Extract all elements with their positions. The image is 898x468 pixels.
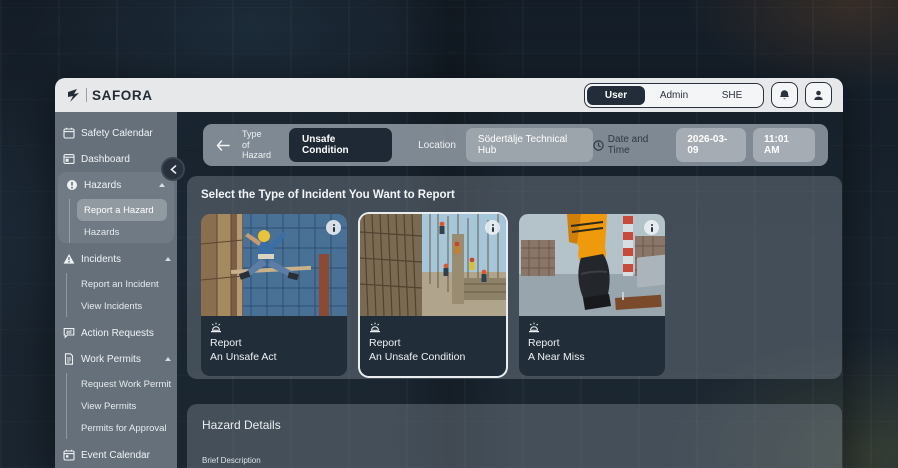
card-report-unsafe-condition[interactable]: Report An Unsafe Condition	[360, 214, 506, 376]
calendar-icon	[63, 449, 75, 461]
card-label-line1: Report	[210, 336, 338, 350]
card-report-near-miss[interactable]: Report A Near Miss	[519, 214, 665, 376]
sidebar-subitem-view-permits[interactable]: View Permits	[74, 395, 173, 417]
document-icon	[63, 353, 75, 365]
info-icon[interactable]	[326, 220, 341, 235]
info-icon[interactable]	[644, 220, 659, 235]
calendar-icon	[63, 127, 75, 139]
app-header: SAFORA User Admin SHE	[55, 78, 843, 112]
report-context-bar: Type of Hazard Unsafe Condition Location…	[203, 124, 828, 166]
sidebar-item-hazards[interactable]: Hazards	[61, 172, 171, 198]
near-miss-photo	[519, 214, 665, 316]
card-label-line1: Report	[369, 336, 497, 350]
sidebar-subitem-report-an-incident[interactable]: Report an Incident	[74, 273, 173, 295]
card-label-line2: A Near Miss	[528, 350, 656, 364]
role-switcher: User Admin SHE	[584, 83, 764, 108]
card-label-line2: An Unsafe Act	[210, 350, 338, 364]
brief-description-label: Brief Description	[202, 456, 827, 465]
sidebar-subitem-hazards[interactable]: Hazards	[77, 221, 167, 243]
sidebar-item-work-permits[interactable]: Work Permits	[55, 346, 177, 372]
sidebar-subitem-report-a-hazard[interactable]: Report a Hazard	[77, 199, 167, 221]
hazards-sublist: Report a Hazard Hazards	[69, 199, 171, 243]
incident-type-title: Select the Type of Incident You Want to …	[201, 189, 828, 201]
sidebar-item-action-requests[interactable]: Action Requests	[55, 320, 177, 346]
date-time-label: Date and Time	[593, 134, 668, 156]
role-tab-she[interactable]: SHE	[703, 86, 761, 105]
hazard-details-section: Hazard Details Brief Description	[187, 404, 842, 468]
sidebar-collapse-button[interactable]	[161, 157, 185, 181]
chevron-left-icon	[170, 165, 177, 174]
hazard-details-title: Hazard Details	[202, 418, 827, 432]
sidebar-subitem-permits-for-approval[interactable]: Permits for Approval	[74, 417, 173, 439]
type-of-hazard-label: Type of Hazard	[242, 129, 271, 160]
safora-logo-icon	[66, 88, 81, 103]
unsafe-act-photo	[201, 214, 347, 316]
brand-logo: SAFORA	[66, 88, 153, 103]
profile-button[interactable]	[805, 82, 832, 108]
hazard-type-chip[interactable]: Unsafe Condition	[289, 128, 392, 162]
sidebar-group-work-permits: Work Permits Request Work Permit View Pe…	[55, 346, 177, 439]
location-chip[interactable]: Södertälje Technical Hub	[466, 128, 593, 162]
card-label-line1: Report	[528, 336, 656, 350]
role-tab-user[interactable]: User	[587, 86, 645, 105]
sidebar: Safety Calendar Dashboard Hazards Report	[55, 112, 177, 468]
chevron-up-icon	[165, 357, 171, 361]
action-request-icon	[63, 327, 75, 339]
sidebar-item-dashboard[interactable]: Dashboard	[55, 146, 177, 172]
chevron-up-icon	[159, 183, 165, 187]
app-window: SAFORA User Admin SHE	[55, 78, 843, 468]
bell-icon	[778, 89, 791, 102]
dashboard-icon	[63, 153, 75, 165]
date-chip[interactable]: 2026-03-09	[676, 128, 746, 162]
sidebar-item-event-calendar[interactable]: Event Calendar	[55, 442, 177, 468]
brand-name: SAFORA	[92, 88, 153, 103]
siren-icon	[528, 322, 656, 333]
chevron-up-icon	[165, 257, 171, 261]
info-icon[interactable]	[485, 220, 500, 235]
siren-icon	[369, 322, 497, 333]
siren-icon	[210, 322, 338, 333]
user-icon	[812, 89, 825, 102]
card-report-unsafe-act[interactable]: Report An Unsafe Act	[201, 214, 347, 376]
role-tab-admin[interactable]: Admin	[645, 86, 703, 105]
time-chip[interactable]: 11:01 AM	[753, 128, 815, 162]
warning-triangle-icon	[63, 253, 75, 265]
card-label-line2: An Unsafe Condition	[369, 350, 497, 364]
hazard-icon	[66, 179, 78, 191]
incident-type-section: Select the Type of Incident You Want to …	[187, 176, 842, 379]
sidebar-subitem-request-work-permit[interactable]: Request Work Permit	[74, 373, 173, 395]
clock-icon	[593, 140, 604, 151]
incidents-sublist: Report an Incident View Incidents	[66, 273, 177, 317]
work-permits-sublist: Request Work Permit View Permits Permits…	[66, 373, 177, 439]
location-label: Location	[418, 140, 456, 151]
main-content: Type of Hazard Unsafe Condition Location…	[177, 112, 843, 468]
sidebar-subitem-view-incidents[interactable]: View Incidents	[74, 295, 173, 317]
sidebar-group-hazards: Hazards Report a Hazard Hazards	[58, 172, 174, 243]
back-button[interactable]	[216, 140, 230, 151]
unsafe-condition-photo	[360, 214, 506, 316]
logo-divider	[86, 88, 87, 102]
notifications-button[interactable]	[771, 82, 798, 108]
sidebar-item-safety-calendar[interactable]: Safety Calendar	[55, 120, 177, 146]
sidebar-item-incidents[interactable]: Incidents	[55, 246, 177, 272]
sidebar-group-incidents: Incidents Report an Incident View Incide…	[55, 246, 177, 317]
